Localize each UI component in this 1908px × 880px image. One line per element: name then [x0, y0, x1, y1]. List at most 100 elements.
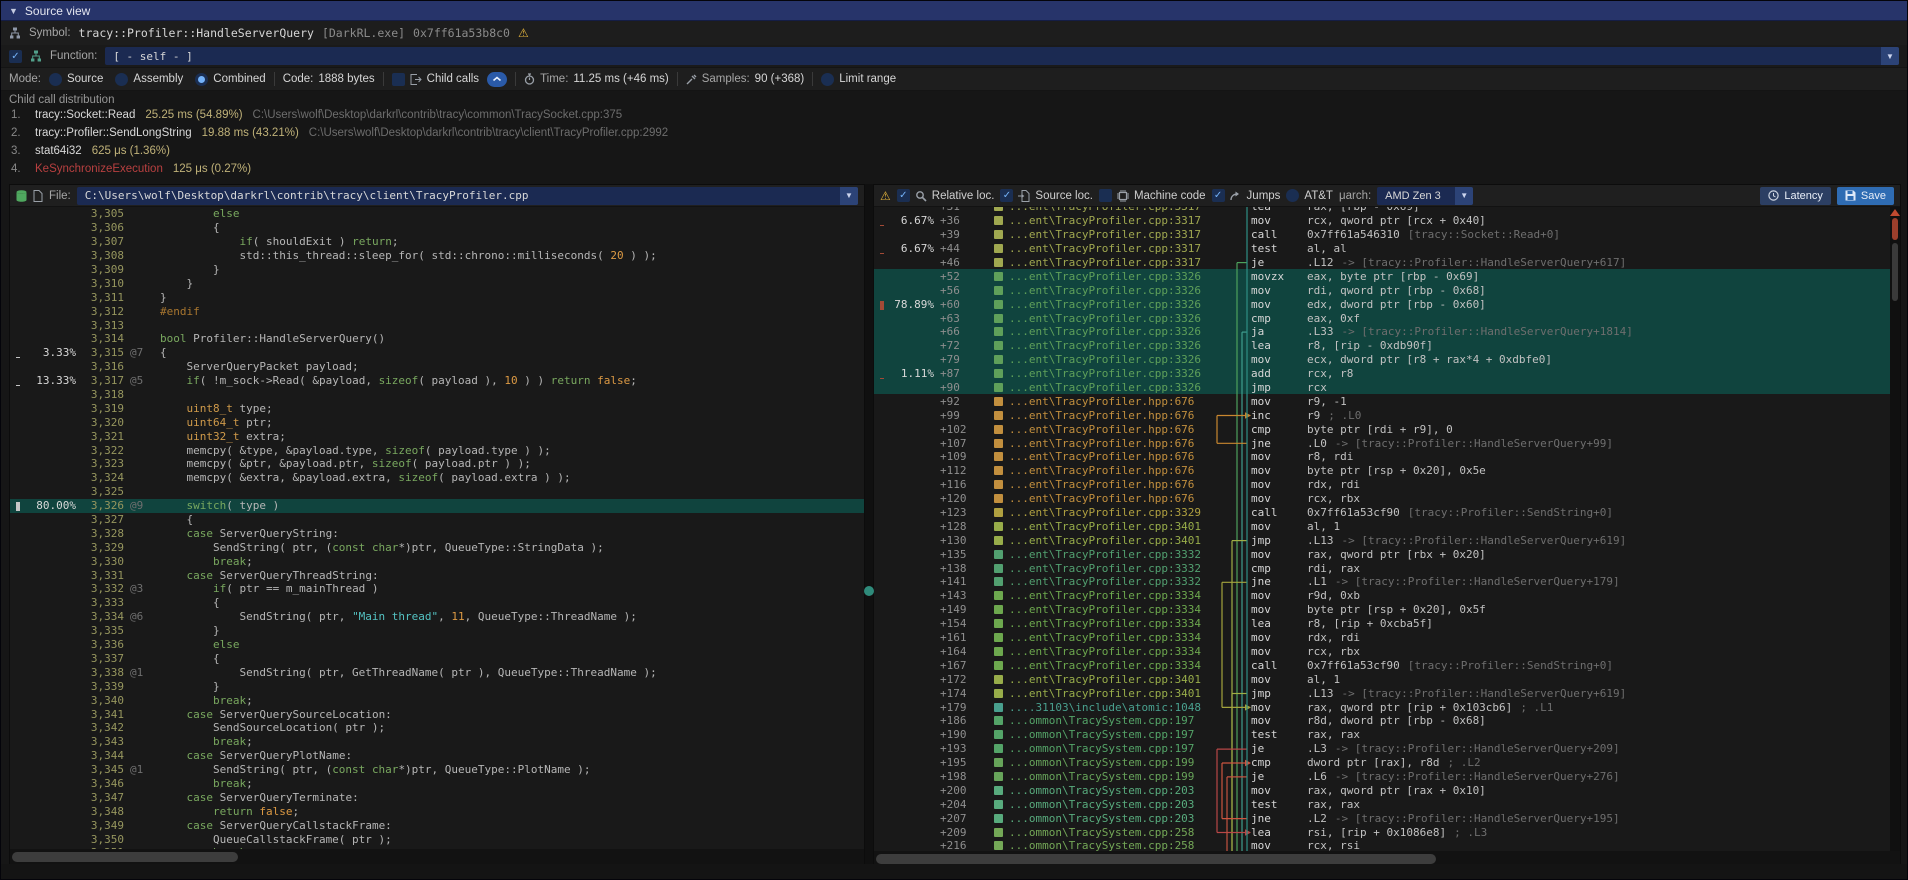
toggle-att-syntax[interactable]: AT&T [1286, 189, 1333, 202]
chevron-down-icon[interactable]: ▼ [1455, 187, 1473, 205]
source-line[interactable]: 3,306 { [10, 221, 864, 235]
source-line[interactable]: 3,329 SendString( ptr, (const char*)ptr,… [10, 540, 864, 554]
asm-row[interactable]: +39...ent\TracyProfiler.cpp:3317call0x7f… [874, 228, 1890, 242]
asm-row[interactable]: +174...ent\TracyProfiler.cpp:3401jmp.L13… [874, 686, 1890, 700]
asm-row[interactable]: +193...ommon\TracySystem.cpp:197je.L3-> … [874, 742, 1890, 756]
source-line[interactable]: 3,328 case ServerQueryString: [10, 526, 864, 540]
asm-source-loc[interactable]: ...ent\TracyProfiler.cpp:3326 [1009, 381, 1209, 394]
asm-source-loc[interactable]: ...ent\TracyProfiler.hpp:676 [1009, 492, 1209, 505]
toggle-machine-code[interactable]: Machine code [1099, 189, 1206, 202]
source-line[interactable]: 3,348 return false; [10, 804, 864, 818]
asm-source-loc[interactable]: ...ent\TracyProfiler.cpp:3317 [1009, 214, 1209, 227]
collapse-icon[interactable]: ▼ [9, 6, 18, 16]
asm-row[interactable]: +46...ent\TracyProfiler.cpp:3317je.L12->… [874, 256, 1890, 270]
asm-row[interactable]: +120...ent\TracyProfiler.hpp:676movrcx, … [874, 492, 1890, 506]
asm-source-loc[interactable]: ...ent\TracyProfiler.cpp:3326 [1009, 367, 1209, 380]
asm-source-loc[interactable]: ...ommon\TracySystem.cpp:203 [1009, 784, 1209, 797]
source-line[interactable]: 3.33%3,315@7{ [10, 346, 864, 360]
asm-row[interactable]: +66...ent\TracyProfiler.cpp:3326ja.L33->… [874, 325, 1890, 339]
source-line[interactable]: 3,332@3 if( ptr == m_mainThread ) [10, 582, 864, 596]
asm-source-loc[interactable]: ...ent\TracyProfiler.cpp:3317 [1009, 207, 1209, 213]
toggle-source-loc[interactable]: Source loc. [1000, 189, 1093, 202]
title-bar[interactable]: ▼ Source view [1, 1, 1907, 21]
asm-source-loc[interactable]: ...ommon\TracySystem.cpp:197 [1009, 714, 1209, 727]
asm-source-loc[interactable]: ...ommon\TracySystem.cpp:197 [1009, 742, 1209, 755]
assembly-view[interactable]: +31...ent\TracyProfiler.cpp:3317learax, … [874, 207, 1890, 851]
source-code-view[interactable]: 3,305 else3,306 {3,307 if( shouldExit ) … [10, 207, 864, 849]
uarch-combo[interactable]: AMD Zen 3 ▼ [1377, 187, 1473, 205]
toggle-relative-loc[interactable]: Relative loc. [897, 189, 995, 202]
source-line[interactable]: 13.33%3,317@5 if( !m_sock->Read( &payloa… [10, 374, 864, 388]
asm-source-loc[interactable]: ...ent\TracyProfiler.cpp:3317 [1009, 228, 1209, 241]
asm-row[interactable]: +79...ent\TracyProfiler.cpp:3326movecx, … [874, 353, 1890, 367]
asm-row[interactable]: +161...ent\TracyProfiler.cpp:3334movrdx,… [874, 631, 1890, 645]
source-line[interactable]: 3,344 case ServerQueryPlotName: [10, 749, 864, 763]
asm-row[interactable]: +141...ent\TracyProfiler.cpp:3332jne.L1-… [874, 575, 1890, 589]
source-line[interactable]: 3,305 else [10, 207, 864, 221]
limit-range-radio[interactable] [821, 73, 834, 86]
source-line[interactable]: 3,351 break; [10, 846, 864, 849]
asm-source-loc[interactable]: ...ent\TracyProfiler.cpp:3332 [1009, 562, 1209, 575]
asm-row[interactable]: +179....31103\include\atomic:1048movrax,… [874, 700, 1890, 714]
asm-source-loc[interactable]: ...ent\TracyProfiler.cpp:3317 [1009, 242, 1209, 255]
asm-row[interactable]: +200...ommon\TracySystem.cpp:203movrax, … [874, 783, 1890, 797]
asm-source-loc[interactable]: ...ent\TracyProfiler.cpp:3334 [1009, 589, 1209, 602]
asm-source-loc[interactable]: ...ent\TracyProfiler.cpp:3326 [1009, 298, 1209, 311]
source-line[interactable]: 3,336 else [10, 638, 864, 652]
source-line[interactable]: 80.00%3,326@9 switch( type ) [10, 499, 864, 513]
source-line[interactable]: 3,313 [10, 318, 864, 332]
asm-source-loc[interactable]: ...ent\TracyProfiler.cpp:3334 [1009, 659, 1209, 672]
asm-source-loc[interactable]: ...ent\TracyProfiler.cpp:3332 [1009, 548, 1209, 561]
asm-row[interactable]: +164...ent\TracyProfiler.cpp:3334movrcx,… [874, 645, 1890, 659]
asm-source-loc[interactable]: ...ent\TracyProfiler.hpp:676 [1009, 478, 1209, 491]
asm-source-loc[interactable]: ...ent\TracyProfiler.cpp:3326 [1009, 339, 1209, 352]
child-calls-checkbox[interactable] [392, 73, 405, 86]
collapse-child-calls-button[interactable] [487, 72, 507, 87]
asm-row[interactable]: +112...ent\TracyProfiler.hpp:676movbyte … [874, 464, 1890, 478]
asm-row[interactable]: +172...ent\TracyProfiler.cpp:3401moval, … [874, 672, 1890, 686]
asm-source-loc[interactable]: ...ent\TracyProfiler.hpp:676 [1009, 437, 1209, 450]
source-line[interactable]: 3,347 case ServerQueryTerminate: [10, 790, 864, 804]
asm-source-loc[interactable]: ...ommon\TracySystem.cpp:258 [1009, 826, 1209, 839]
hscroll-thumb[interactable] [876, 854, 1436, 864]
asm-row[interactable]: +198...ommon\TracySystem.cpp:199je.L6-> … [874, 770, 1890, 784]
asm-row[interactable]: +186...ommon\TracySystem.cpp:197movr8d, … [874, 714, 1890, 728]
asm-source-loc[interactable]: ...ent\TracyProfiler.hpp:676 [1009, 450, 1209, 463]
asm-source-loc[interactable]: ...ommon\TracySystem.cpp:199 [1009, 756, 1209, 769]
source-line[interactable]: 3,349 case ServerQueryCallstackFrame: [10, 818, 864, 832]
source-line[interactable]: 3,350 QueueCallstackFrame( ptr ); [10, 832, 864, 846]
source-line[interactable]: 3,316 ServerQueryPacket payload; [10, 360, 864, 374]
source-line[interactable]: 3,320 uint64_t ptr; [10, 415, 864, 429]
asm-row[interactable]: +154...ent\TracyProfiler.cpp:3334lear8, … [874, 617, 1890, 631]
asm-source-loc[interactable]: ...ent\TracyProfiler.cpp:3326 [1009, 312, 1209, 325]
asm-row[interactable]: +138...ent\TracyProfiler.cpp:3332cmprdi,… [874, 561, 1890, 575]
source-line[interactable]: 3,339 } [10, 679, 864, 693]
asm-row[interactable]: +167...ent\TracyProfiler.cpp:3334call0x7… [874, 658, 1890, 672]
child-call-item[interactable]: 1.tracy::Socket::Read25.25 ms (54.89%)C:… [1, 109, 1907, 127]
source-line[interactable]: 3,335 } [10, 624, 864, 638]
source-line[interactable]: 3,322 memcpy( &type, &payload.type, size… [10, 443, 864, 457]
source-line[interactable]: 3,341 case ServerQuerySourceLocation: [10, 707, 864, 721]
mode-option-combined[interactable]: Combined [195, 73, 265, 86]
asm-source-loc[interactable]: ...ent\TracyProfiler.cpp:3334 [1009, 631, 1209, 644]
asm-source-loc[interactable]: ....31103\include\atomic:1048 [1009, 701, 1209, 714]
asm-source-loc[interactable]: ...ent\TracyProfiler.cpp:3326 [1009, 284, 1209, 297]
asm-row[interactable]: +72...ent\TracyProfiler.cpp:3326lear8, [… [874, 339, 1890, 353]
asm-row[interactable]: +135...ent\TracyProfiler.cpp:3332movrax,… [874, 547, 1890, 561]
asm-row[interactable]: +130...ent\TracyProfiler.cpp:3401jmp.L13… [874, 533, 1890, 547]
asm-row[interactable]: +56...ent\TracyProfiler.cpp:3326movrdi, … [874, 283, 1890, 297]
asm-source-loc[interactable]: ...ent\TracyProfiler.cpp:3326 [1009, 325, 1209, 338]
asm-source-loc[interactable]: ...ent\TracyProfiler.hpp:676 [1009, 395, 1209, 408]
asm-source-loc[interactable]: ...ommon\TracySystem.cpp:199 [1009, 770, 1209, 783]
asm-row[interactable]: +63...ent\TracyProfiler.cpp:3326cmpeax, … [874, 311, 1890, 325]
asm-row[interactable]: +204...ommon\TracySystem.cpp:203testrax,… [874, 797, 1890, 811]
source-line[interactable]: 3,327 { [10, 513, 864, 527]
asm-row[interactable]: +195...ommon\TracySystem.cpp:199cmpdword… [874, 756, 1890, 770]
child-call-item[interactable]: 4.KeSynchronizeExecution125 μs (0.27%) [1, 163, 1907, 181]
hscroll-thumb[interactable] [12, 852, 238, 862]
vscroll-thumb[interactable] [1892, 243, 1898, 301]
asm-source-loc[interactable]: ...ent\TracyProfiler.cpp:3326 [1009, 270, 1209, 283]
asm-source-loc[interactable]: ...ommon\TracySystem.cpp:197 [1009, 728, 1209, 741]
asm-source-loc[interactable]: ...ent\TracyProfiler.cpp:3329 [1009, 506, 1209, 519]
asm-source-loc[interactable]: ...ent\TracyProfiler.cpp:3334 [1009, 603, 1209, 616]
